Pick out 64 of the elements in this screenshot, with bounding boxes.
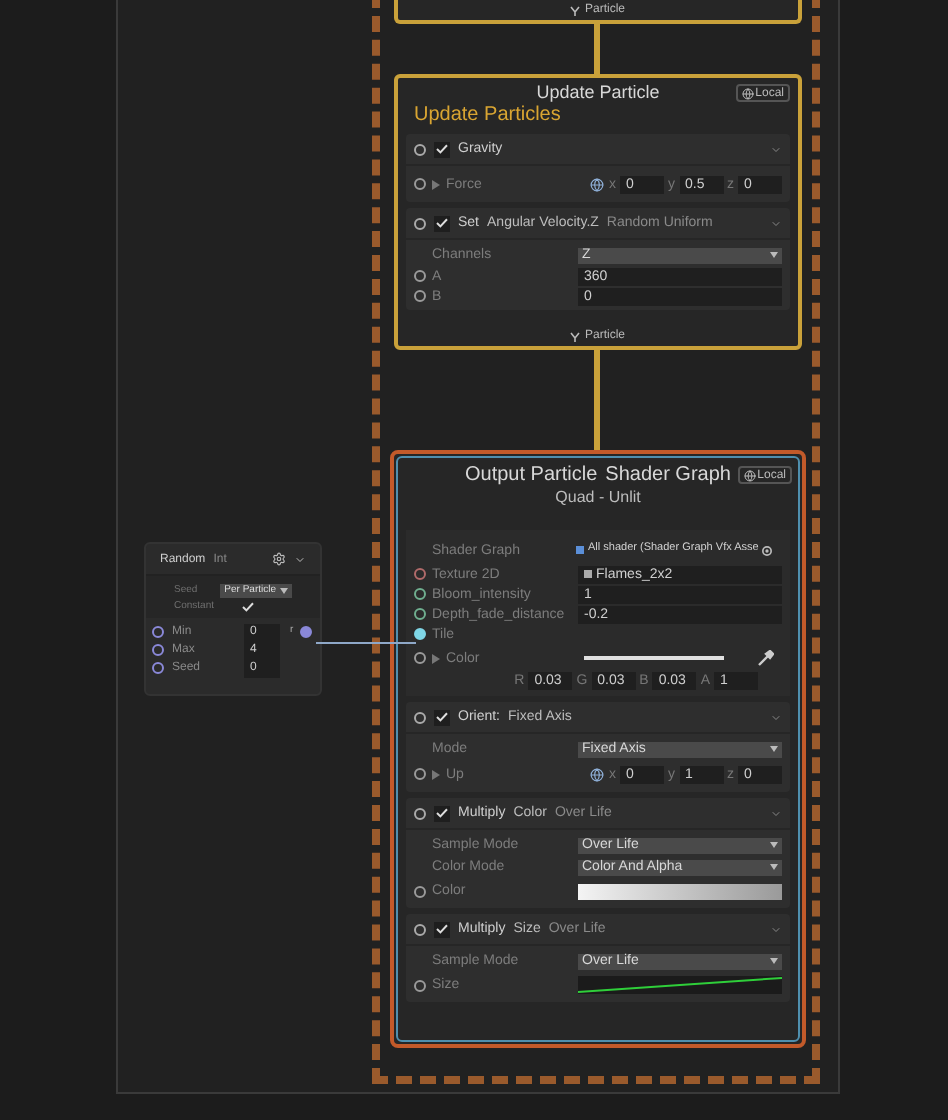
flow-icon: [570, 5, 581, 15]
port[interactable]: [152, 662, 164, 674]
shader-icon: [576, 546, 584, 554]
port[interactable]: [414, 885, 426, 897]
port[interactable]: [152, 644, 164, 656]
flow-edge: [594, 24, 600, 74]
checkmark-icon: [436, 144, 448, 154]
dropdown-arrow-icon: [770, 864, 778, 870]
port[interactable]: [414, 568, 426, 580]
checkmark-icon: [436, 924, 448, 934]
checkmark-icon: [436, 218, 448, 228]
enable-checkbox[interactable]: [434, 215, 450, 231]
port[interactable]: [152, 626, 164, 638]
enable-checkbox[interactable]: [434, 921, 450, 937]
globe-icon[interactable]: [589, 767, 603, 781]
dropdown-arrow-icon: [770, 252, 778, 258]
context-title-extra: Shader Graph: [605, 466, 731, 486]
port[interactable]: [414, 608, 426, 620]
checkmark-icon: [436, 808, 448, 818]
expand-caret-icon[interactable]: [432, 653, 440, 663]
port[interactable]: [414, 807, 426, 819]
flow-icon: [570, 331, 581, 341]
port[interactable]: [414, 588, 426, 600]
enable-checkbox[interactable]: [434, 709, 450, 725]
flow-edge: [594, 350, 600, 454]
port[interactable]: [299, 626, 312, 638]
port[interactable]: [414, 290, 426, 302]
context-title: Update Particle: [536, 84, 660, 102]
port[interactable]: [414, 628, 426, 640]
dropdown-arrow-icon: [770, 746, 778, 752]
checkmark-icon: [242, 601, 254, 611]
dropdown-arrow-icon: [770, 958, 778, 964]
globe-icon[interactable]: [589, 177, 603, 191]
eyedropper-icon[interactable]: [758, 650, 774, 666]
dropdown-arrow-icon: [280, 587, 288, 593]
port[interactable]: [414, 270, 426, 282]
expand-caret-icon[interactable]: [432, 179, 440, 189]
target-icon[interactable]: [762, 545, 773, 555]
gradient-field[interactable]: [578, 883, 782, 899]
port[interactable]: [414, 178, 426, 190]
curve-field[interactable]: [578, 976, 782, 994]
expand-caret-icon[interactable]: [432, 769, 440, 779]
settings-icon[interactable]: [272, 552, 286, 566]
context-heading: Update Particles: [412, 106, 563, 130]
context-title: Output Particle: [465, 466, 598, 486]
port[interactable]: [414, 979, 426, 991]
globe-icon: [743, 469, 756, 481]
port[interactable]: [414, 923, 426, 935]
port[interactable]: [414, 711, 426, 723]
port[interactable]: [414, 652, 426, 664]
port[interactable]: [414, 768, 426, 780]
constant-checkbox[interactable]: [242, 600, 254, 612]
enable-checkbox[interactable]: [434, 805, 450, 821]
dropdown-arrow-icon: [770, 842, 778, 848]
checkmark-icon: [436, 712, 448, 722]
globe-icon: [741, 87, 754, 99]
port[interactable]: [414, 217, 426, 229]
collapse-caret-icon[interactable]: [294, 553, 306, 565]
enable-checkbox[interactable]: [434, 141, 450, 157]
context-node[interactable]: [390, 450, 806, 1048]
context-subtitle: Quad - Unlit: [555, 490, 641, 506]
port[interactable]: [414, 143, 426, 155]
data-edge: [316, 642, 416, 644]
texture-icon: [584, 570, 592, 578]
